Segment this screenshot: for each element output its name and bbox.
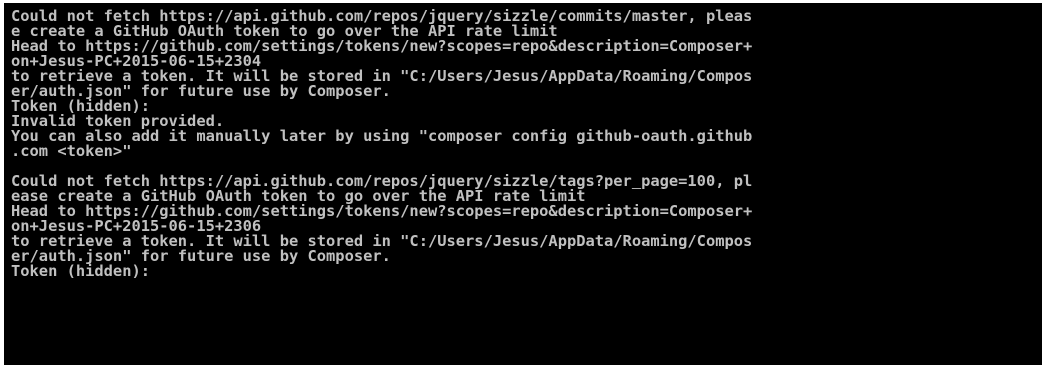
console-line: Invalid token provided. (11, 114, 225, 129)
console-line: er/auth.json" for future use by Composer… (11, 249, 391, 264)
console-line: to retrieve a token. It will be stored i… (11, 234, 753, 249)
console-line: e create a GitHub OAuth token to go over… (11, 24, 558, 39)
console-window: Could not fetch https://api.github.com/r… (0, 0, 1046, 370)
console-line: Could not fetch https://api.github.com/r… (11, 9, 753, 24)
console-line: .com <token>" (11, 144, 132, 159)
console-prompt-line: Token (hidden): (11, 264, 150, 279)
console-line: to retrieve a token. It will be stored i… (11, 69, 753, 84)
console-line: on+Jesus-PC+2015-06-15+2304 (11, 54, 262, 69)
console-line: er/auth.json" for future use by Composer… (11, 84, 391, 99)
console-line: Token (hidden): (11, 99, 150, 114)
console-line: on+Jesus-PC+2015-06-15+2306 (11, 219, 262, 234)
console-line: You can also add it manually later by us… (11, 129, 753, 144)
console-line: Could not fetch https://api.github.com/r… (11, 174, 753, 189)
console-output[interactable]: Could not fetch https://api.github.com/r… (4, 3, 1042, 365)
console-line: Head to https://github.com/settings/toke… (11, 39, 753, 54)
console-line: Head to https://github.com/settings/toke… (11, 204, 753, 219)
console-line: ease create a GitHub OAuth token to go o… (11, 189, 586, 204)
